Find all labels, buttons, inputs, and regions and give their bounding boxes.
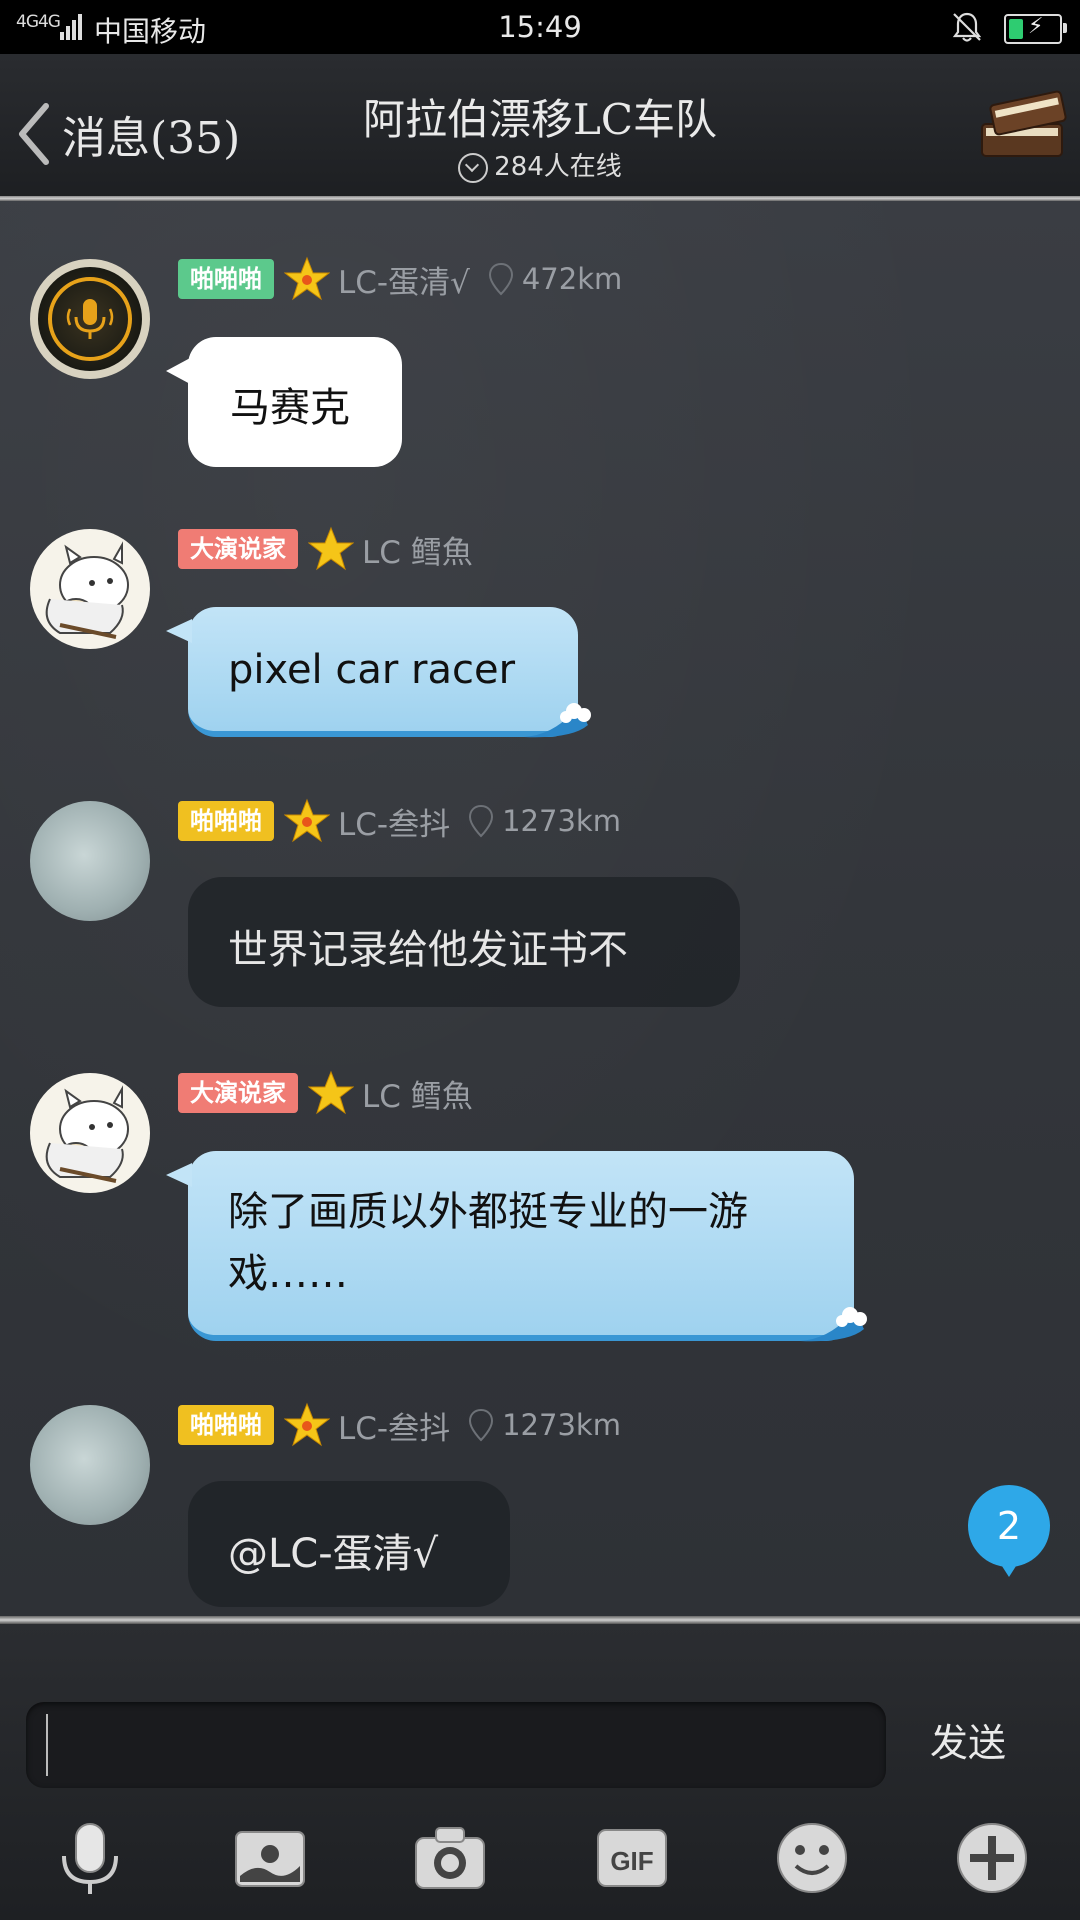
unread-count-badge[interactable]: 2 [968,1485,1050,1577]
sender-name[interactable]: LC 鳕魚 [362,527,473,572]
message-text: 除了画质以外都挺专业的一游戏…… [228,1189,748,1297]
group-info-book-icon[interactable] [974,84,1070,168]
online-count-label: 284人在线 [494,152,622,182]
rank-badge: 啪啪啪 [178,801,274,841]
message-bubble[interactable]: pixel car racer [166,607,591,738]
svg-text:GIF: GIF [610,1846,653,1876]
input-divider [0,1616,1080,1624]
back-label: 消息(35) [62,113,241,164]
avatar[interactable] [30,529,150,649]
bell-muted-icon [952,12,982,42]
star-icon [284,256,330,301]
star-icon [284,798,330,843]
send-button[interactable]: 发送 [930,1712,1006,1767]
back-button[interactable]: 消息(35) [16,94,240,174]
avatar[interactable] [30,259,150,379]
sender-meta: 啪啪啪 LC-叁抖 1273km [178,798,621,844]
group-title[interactable]: 阿拉伯漂移LC车队 [300,86,780,147]
cartoon-avatar-icon [45,1085,129,1183]
sender-name[interactable]: LC 鳕魚 [362,1071,473,1116]
message-text: pixel car racer [228,647,516,693]
sender-name[interactable]: LC-蛋清√ [338,257,470,302]
rank-badge: 大演说家 [178,1073,298,1113]
cartoon-avatar-icon [45,541,129,639]
wave-decoration-icon [800,1307,867,1342]
distance: 472km [521,262,623,296]
sender-meta: 大演说家 LC 鳕魚 [178,1070,473,1116]
microphone-icon [66,299,114,339]
emoji-icon[interactable] [774,1820,850,1896]
message-bubble[interactable]: 世界记录给他发证书不 [188,877,740,1007]
rank-badge: 啪啪啪 [178,259,274,299]
message-bubble[interactable]: 马赛克 [166,337,402,467]
message-text: 世界记录给他发证书不 [228,927,628,973]
plus-icon[interactable] [954,1820,1030,1896]
avatar[interactable] [30,1405,150,1525]
sender-name[interactable]: LC-叁抖 [338,799,450,844]
distance: 1273km [502,1408,621,1442]
status-bar: 4G4G 中国移动 15:49 ⚡ [0,0,1080,54]
image-icon[interactable] [232,1820,308,1896]
location-pin-icon [469,1408,494,1442]
wave-decoration-icon [524,703,591,738]
distance: 1273km [502,804,621,838]
rank-badge: 啪啪啪 [178,1405,274,1445]
message-text: 马赛克 [230,385,350,431]
camera-icon[interactable] [412,1820,488,1896]
star-icon [308,526,354,571]
chevron-left-icon [19,103,49,165]
clock: 15:49 [498,10,582,44]
avatar[interactable] [30,1073,150,1193]
star-icon [284,1402,330,1447]
sender-meta: 大演说家 LC 鳕魚 [178,526,473,572]
text-caret [46,1714,48,1776]
message-list[interactable]: 啪啪啪 LC-蛋清√ 472km 马赛克 大演说家 LC 鳕魚 pixel ca… [0,201,1080,1616]
location-pin-icon [469,804,494,838]
battery-icon: ⚡ [1004,14,1067,44]
online-count[interactable]: 284人在线 [300,146,780,183]
sender-meta: 啪啪啪 LC-蛋清√ 472km [178,256,622,302]
message-text: @LC-蛋清√ [228,1531,439,1577]
star-icon [308,1070,354,1115]
sender-name[interactable]: LC-叁抖 [338,1403,450,1448]
rank-badge: 大演说家 [178,529,298,569]
sender-meta: 啪啪啪 LC-叁抖 1273km [178,1402,621,1448]
message-input[interactable] [26,1702,886,1788]
message-bubble[interactable]: @LC-蛋清√ [188,1481,510,1607]
avatar[interactable] [30,801,150,921]
gif-icon[interactable]: GIF [594,1820,670,1896]
message-bubble[interactable]: 除了画质以外都挺专业的一游戏…… [166,1151,867,1342]
microphone-icon[interactable] [52,1820,128,1896]
location-pin-icon [488,262,513,296]
chat-header: 消息(35) 阿拉伯漂移LC车队 284人在线 [0,54,1080,200]
chevron-down-icon [458,152,489,183]
